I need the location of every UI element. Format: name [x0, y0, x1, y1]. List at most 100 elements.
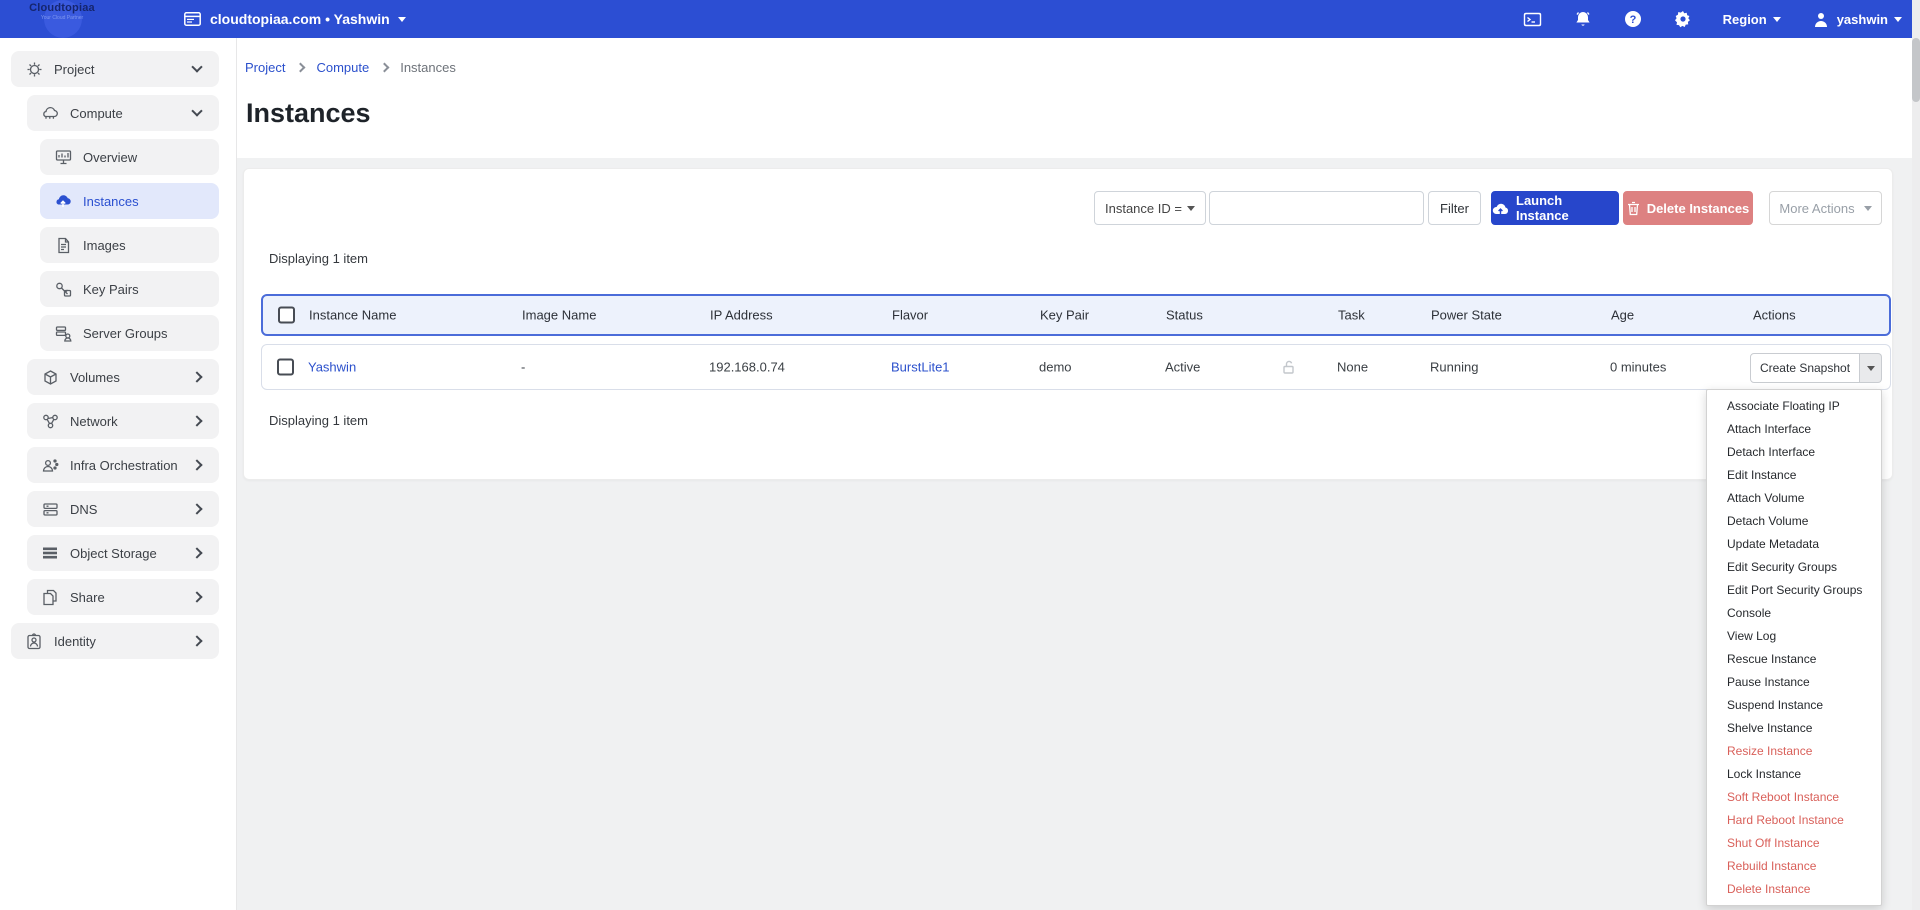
instance-name-link[interactable]: Yashwin [308, 360, 356, 375]
col-age[interactable]: Age [1611, 308, 1634, 323]
menu-item-edit-instance[interactable]: Edit Instance [1707, 464, 1881, 487]
col-key-pair[interactable]: Key Pair [1040, 308, 1089, 323]
region-menu[interactable]: Region [1723, 12, 1781, 27]
create-snapshot-button[interactable]: Create Snapshot [1750, 353, 1860, 383]
chevron-down-icon [1867, 366, 1875, 371]
sidebar-item-share[interactable]: Share [27, 579, 219, 615]
sidebar-item-label: Infra Orchestration [70, 458, 182, 473]
sidebar-item-key-pairs[interactable]: Key Pairs [40, 271, 219, 307]
actions-dropdown-toggle[interactable] [1860, 353, 1882, 383]
breadcrumb-project[interactable]: Project [245, 60, 285, 75]
username-label: yashwin [1837, 12, 1888, 27]
menu-item-lock-instance[interactable]: Lock Instance [1707, 763, 1881, 786]
console-icon[interactable] [1523, 9, 1543, 29]
instance-actions-menu: Associate Floating IP Attach Interface D… [1706, 389, 1882, 906]
filter-button[interactable]: Filter [1428, 191, 1481, 225]
sidebar-item-volumes[interactable]: Volumes [27, 359, 219, 395]
col-flavor[interactable]: Flavor [892, 308, 928, 323]
sidebar-item-identity[interactable]: Identity [11, 623, 219, 659]
select-all-checkbox[interactable] [278, 307, 295, 324]
search-input[interactable] [1209, 191, 1424, 225]
sidebar-item-label: Project [54, 62, 182, 77]
page-title: Instances [246, 98, 371, 129]
key-pairs-icon [54, 280, 72, 298]
chevron-right-icon [191, 635, 202, 646]
col-actions: Actions [1753, 308, 1796, 323]
col-power-state[interactable]: Power State [1431, 308, 1502, 323]
menu-item-resize-instance[interactable]: Resize Instance [1707, 740, 1881, 763]
menu-item-associate-floating-ip[interactable]: Associate Floating IP [1707, 395, 1881, 418]
launch-instance-button[interactable]: Launch Instance [1491, 191, 1619, 225]
user-menu[interactable]: yashwin [1811, 9, 1902, 29]
sidebar-item-compute[interactable]: Compute [27, 95, 219, 131]
scrollbar-thumb[interactable] [1912, 38, 1920, 102]
project-context-switcher[interactable]: cloudtopiaa.com • Yashwin [182, 0, 406, 38]
item-count-bottom: Displaying 1 item [269, 413, 368, 428]
notifications-bell-icon[interactable] [1573, 9, 1593, 29]
menu-item-attach-interface[interactable]: Attach Interface [1707, 418, 1881, 441]
menu-item-rescue-instance[interactable]: Rescue Instance [1707, 648, 1881, 671]
server-groups-icon [54, 324, 72, 342]
chevron-right-icon [191, 503, 202, 514]
col-instance-name[interactable]: Instance Name [309, 308, 396, 323]
sidebar-item-infra-orchestration[interactable]: Infra Orchestration [27, 447, 219, 483]
breadcrumb-instances: Instances [400, 60, 456, 75]
delete-instances-button[interactable]: Delete Instances [1623, 191, 1753, 225]
sidebar-item-server-groups[interactable]: Server Groups [40, 315, 219, 351]
filter-field-select[interactable]: Instance ID = [1094, 191, 1206, 225]
col-status[interactable]: Status [1166, 308, 1203, 323]
menu-item-edit-port-security-groups[interactable]: Edit Port Security Groups [1707, 579, 1881, 602]
breadcrumb-compute[interactable]: Compute [316, 60, 369, 75]
chevron-right-icon [191, 547, 202, 558]
sidebar-item-label: Overview [83, 150, 205, 165]
ip-address-cell: 192.168.0.74 [709, 360, 785, 375]
menu-item-soft-reboot-instance[interactable]: Soft Reboot Instance [1707, 786, 1881, 809]
sidebar-item-label: Images [83, 238, 205, 253]
chevron-down-icon [398, 17, 406, 22]
sidebar-item-network[interactable]: Network [27, 403, 219, 439]
settings-gear-icon[interactable] [1673, 9, 1693, 29]
menu-item-hard-reboot-instance[interactable]: Hard Reboot Instance [1707, 809, 1881, 832]
instances-cloud-icon [54, 192, 72, 210]
menu-item-console[interactable]: Console [1707, 602, 1881, 625]
col-image-name[interactable]: Image Name [522, 308, 596, 323]
brand-logo[interactable]: Cloudtopiaa Your Cloud Partner [22, 2, 102, 21]
share-file-icon [41, 588, 59, 606]
sidebar-item-dns[interactable]: DNS [27, 491, 219, 527]
sidebar-item-overview[interactable]: Overview [40, 139, 219, 175]
sidebar-item-label: Instances [83, 194, 205, 209]
sidebar-item-project[interactable]: Project [11, 51, 219, 87]
network-icon [41, 412, 59, 430]
menu-item-attach-volume[interactable]: Attach Volume [1707, 487, 1881, 510]
menu-item-delete-instance[interactable]: Delete Instance [1707, 878, 1881, 901]
menu-item-rebuild-instance[interactable]: Rebuild Instance [1707, 855, 1881, 878]
menu-item-update-metadata[interactable]: Update Metadata [1707, 533, 1881, 556]
menu-item-suspend-instance[interactable]: Suspend Instance [1707, 694, 1881, 717]
context-label: cloudtopiaa.com • Yashwin [210, 11, 390, 27]
menu-item-detach-volume[interactable]: Detach Volume [1707, 510, 1881, 533]
menu-item-edit-security-groups[interactable]: Edit Security Groups [1707, 556, 1881, 579]
more-actions-button[interactable]: More Actions [1769, 191, 1882, 225]
sidebar-item-images[interactable]: Images [40, 227, 219, 263]
sidebar-item-object-storage[interactable]: Object Storage [27, 535, 219, 571]
menu-item-view-log[interactable]: View Log [1707, 625, 1881, 648]
sidebar-item-label: Share [70, 590, 182, 605]
chevron-right-icon [191, 371, 202, 382]
sidebar-item-label: Key Pairs [83, 282, 205, 297]
menu-item-detach-interface[interactable]: Detach Interface [1707, 441, 1881, 464]
col-ip-address[interactable]: IP Address [710, 308, 773, 323]
task-cell: None [1337, 360, 1368, 375]
menu-item-shut-off-instance[interactable]: Shut Off Instance [1707, 832, 1881, 855]
row-checkbox[interactable] [277, 359, 294, 376]
instances-panel: Instance ID = Filter Launch Instance Del… [243, 168, 1893, 480]
sidebar-item-instances[interactable]: Instances [40, 183, 219, 219]
col-task[interactable]: Task [1338, 308, 1365, 323]
menu-item-pause-instance[interactable]: Pause Instance [1707, 671, 1881, 694]
menu-item-shelve-instance[interactable]: Shelve Instance [1707, 717, 1881, 740]
object-storage-icon [41, 544, 59, 562]
flavor-link[interactable]: BurstLite1 [891, 360, 950, 375]
more-actions-label: More Actions [1779, 201, 1854, 216]
help-icon[interactable]: ? [1623, 9, 1643, 29]
sidebar-item-label: Network [70, 414, 182, 429]
image-name-cell: - [521, 360, 525, 375]
